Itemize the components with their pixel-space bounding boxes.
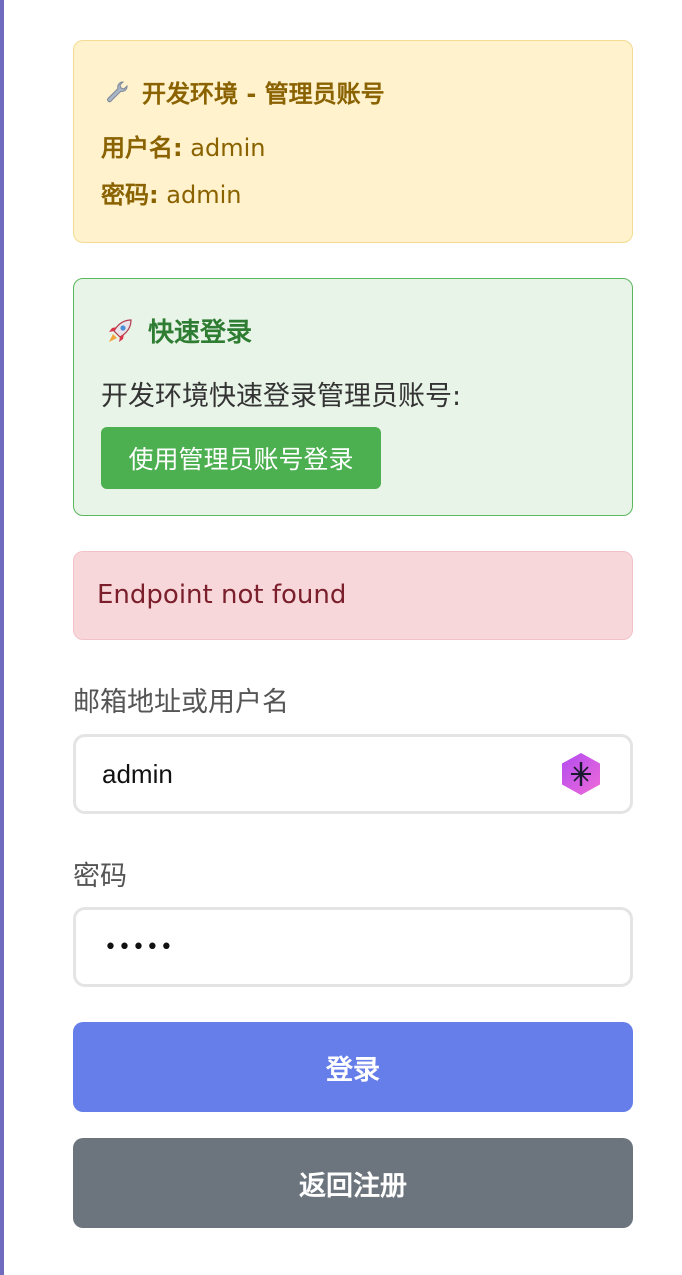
error-message: Endpoint not found (97, 580, 347, 610)
quick-login-description: 开发环境快速登录管理员账号: (101, 381, 462, 412)
rocket-icon (109, 318, 132, 342)
dev-account-title-text: 开发环境 - 管理员账号 (142, 80, 385, 108)
quick-login-title-text: 快速登录 (148, 318, 253, 348)
username-field-wrapper (73, 734, 633, 814)
dev-username-line: 用户名: admin (101, 128, 265, 163)
dev-password-value: admin (166, 181, 242, 209)
dev-username-label: 用户名: (101, 134, 183, 162)
wrench-icon (107, 81, 128, 102)
dev-username-value: admin (190, 134, 266, 162)
left-edge-bar (0, 0, 4, 1275)
admin-quick-login-button[interactable]: 使用管理员账号登录 (101, 427, 381, 489)
dev-account-title: 开发环境 - 管理员账号 (104, 74, 385, 109)
password-field-wrapper[interactable]: ••••• (73, 907, 633, 987)
username-label: 邮箱地址或用户名 (73, 687, 289, 718)
dev-password-line: 密码: admin (101, 175, 241, 210)
extension-icon[interactable] (558, 751, 604, 797)
quick-login-box: 快速登录 开发环境快速登录管理员账号: 使用管理员账号登录 (73, 278, 633, 516)
username-input[interactable] (102, 737, 552, 811)
password-label: 密码 (73, 861, 127, 892)
dev-password-label: 密码: (101, 181, 159, 209)
dev-account-box: 开发环境 - 管理员账号 用户名: admin 密码: admin (73, 40, 633, 243)
quick-login-title: 快速登录 (104, 312, 252, 349)
error-alert: Endpoint not found (73, 551, 633, 640)
back-to-register-button[interactable]: 返回注册 (73, 1138, 633, 1228)
login-button[interactable]: 登录 (73, 1022, 633, 1112)
password-input[interactable]: ••••• (104, 910, 174, 984)
